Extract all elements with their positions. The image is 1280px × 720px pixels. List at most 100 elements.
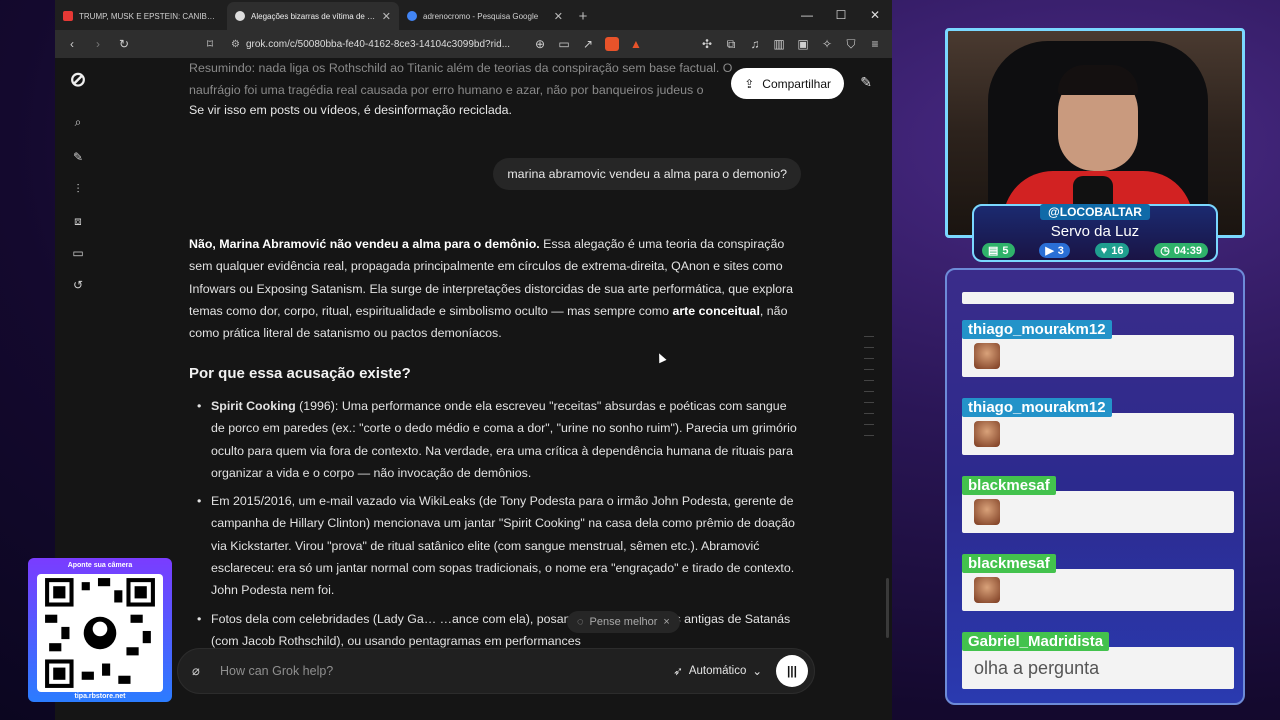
browser-toolbar: ‹ › ↻ ⌑ ⚙ grok.com/c/50080bba-fe40-4162-…: [55, 30, 892, 58]
qr-code: [37, 574, 163, 692]
tab-adrenocromo-search[interactable]: adrenocromo - Pesquisa Google ✕: [399, 2, 571, 30]
timer-badge: ◷ 04:39: [1154, 243, 1208, 258]
answer-bullets: Spirit Cooking (1996): Uma performance o…: [197, 395, 801, 658]
viewers-count: 3: [1057, 244, 1064, 257]
chat-message: thiago_mourakm12: [962, 320, 1234, 377]
close-tab-icon[interactable]: ✕: [554, 10, 563, 23]
extensions-icon[interactable]: ✣: [696, 33, 718, 55]
mode-label: Automático: [688, 665, 747, 677]
chat-username: blackmesaf: [962, 554, 1056, 573]
attach-icon[interactable]: ⌀: [192, 663, 212, 679]
chat-count: 5: [1002, 244, 1009, 257]
emote-icon: [974, 577, 1000, 603]
menu-icon[interactable]: ≡: [864, 33, 886, 55]
window-controls: — ☐ ✕: [790, 0, 892, 30]
emote-icon: [974, 499, 1000, 525]
close-tab-icon[interactable]: ✕: [382, 10, 391, 23]
chat-message-body: [962, 335, 1234, 377]
history-icon[interactable]: ↺: [69, 276, 87, 294]
chat-username: blackmesaf: [962, 476, 1056, 495]
voice-icon[interactable]: ⫶: [69, 180, 87, 198]
address-bar[interactable]: ⚙ grok.com/c/50080bba-fe40-4162-8ce3-141…: [225, 33, 525, 55]
qr-code-graphic: [45, 578, 155, 688]
chat-icon: ▤: [988, 245, 999, 257]
site-info-icon[interactable]: ⚙: [231, 39, 240, 50]
cast-icon[interactable]: ▭: [553, 33, 575, 55]
section-heading: Por que essa acusação existe?: [189, 365, 411, 382]
think-harder-chip[interactable]: ◌ Pense melhor ×: [567, 611, 680, 633]
waveform-icon: |||: [786, 664, 798, 678]
vpn-icon[interactable]: ⛉: [840, 33, 862, 55]
qr-url: tipa.rbstore.net: [74, 693, 126, 700]
projects-icon[interactable]: ▭: [69, 244, 87, 262]
edit-icon[interactable]: ✎: [860, 74, 872, 91]
chat-message-body: [962, 292, 1234, 304]
bullet-bold: Spirit Cooking: [211, 399, 296, 413]
tab-grok-epstein[interactable]: Alegações bizarras de vítima de Epstein …: [227, 2, 399, 30]
chevron-down-icon: ⌄: [752, 666, 762, 678]
upload-icon: ⇪: [744, 76, 755, 91]
conversation-minimap[interactable]: [864, 336, 874, 446]
brave-shields-icon[interactable]: [601, 33, 623, 55]
previous-answer-faded: Resumindo: nada liga os Rothschild ao Ti…: [189, 58, 732, 102]
tab-trump-musk-epstein[interactable]: TRUMP, MUSK E EPSTEIN: CANIBALISMO: [55, 2, 227, 30]
search-icon[interactable]: ⌕: [69, 113, 87, 131]
chat-message-body: [962, 413, 1234, 455]
likes-badge: ♥ 16: [1094, 243, 1130, 258]
reload-icon[interactable]: ↻: [113, 33, 135, 55]
maximize-icon[interactable]: ☐: [824, 0, 858, 30]
user-message: marina abramovic vendeu a alma para o de…: [493, 158, 801, 191]
share-button[interactable]: ⇪ Compartilhar: [731, 68, 844, 99]
dismiss-icon[interactable]: ×: [663, 611, 669, 633]
stream-chat: thiago_mourakm12 thiago_mourakm12 blackm…: [945, 268, 1245, 705]
list-item: Fotos dela com celebridades (Lady Ga… …a…: [197, 608, 801, 653]
chat-message: blackmesaf: [962, 476, 1234, 533]
tab-title: Alegações bizarras de vítima de Epstein: [251, 11, 376, 21]
grok-favicon-icon: [235, 11, 245, 21]
qr-donation-panel: Aponte sua câmera tipa.rbstore.net: [28, 558, 172, 702]
timer: 04:39: [1173, 244, 1202, 257]
sidebar-icon[interactable]: ▥: [768, 33, 790, 55]
youtube-icon: [63, 11, 73, 21]
voice-mode-button[interactable]: |||: [776, 655, 808, 687]
list-item: Em 2015/2016, um e-mail vazado via WikiL…: [197, 490, 801, 601]
answer-lead: Não, Marina Abramović não vendeu a alma …: [189, 237, 540, 251]
conversation: Resumindo: nada liga os Rothschild ao Ti…: [189, 58, 801, 720]
brave-rewards-icon[interactable]: ▲: [625, 33, 647, 55]
video-icon: ▶: [1045, 245, 1054, 257]
imagine-icon[interactable]: ⧈: [69, 212, 87, 230]
heart-icon: ♥: [1100, 244, 1108, 257]
google-icon: [407, 11, 417, 21]
mode-selector[interactable]: ➶ Automático ⌄: [673, 664, 762, 678]
grok-logo-icon[interactable]: ⊘: [69, 69, 87, 91]
scrollbar[interactable]: [886, 578, 889, 638]
screenshot-icon[interactable]: ⧉: [720, 33, 742, 55]
chat-username: thiago_mourakm12: [962, 398, 1112, 417]
emote-icon: [974, 421, 1000, 447]
streamer-handle: @LOCOBALTAR: [1040, 204, 1150, 220]
prompt-input[interactable]: [220, 664, 674, 678]
chat-message-body: [962, 491, 1234, 533]
tab-strip: TRUMP, MUSK E EPSTEIN: CANIBALISMO Alega…: [55, 0, 892, 30]
list-item: Spirit Cooking (1996): Uma performance o…: [197, 395, 801, 484]
lightbulb-icon: ◌: [577, 615, 584, 628]
new-chat-icon[interactable]: ✎: [69, 148, 87, 166]
address-bar-actions: ⊕ ▭ ↗ ▲: [529, 33, 647, 55]
tab-title: TRUMP, MUSK E EPSTEIN: CANIBALISMO: [79, 11, 219, 21]
leo-ai-icon[interactable]: ✧: [816, 33, 838, 55]
share-icon[interactable]: ↗: [577, 33, 599, 55]
extensions-bar: ✣ ⧉ ♫ ▥ ▣ ✧ ⛉ ≡: [696, 33, 886, 55]
zoom-icon[interactable]: ⊕: [529, 33, 551, 55]
rocket-icon: ➶: [673, 666, 683, 678]
likes-count: 16: [1111, 244, 1124, 257]
browser-window: TRUMP, MUSK E EPSTEIN: CANIBALISMO Alega…: [55, 0, 892, 720]
bookmark-icon[interactable]: ⌑: [199, 33, 221, 55]
back-icon[interactable]: ‹: [61, 33, 83, 55]
media-icon[interactable]: ♫: [744, 33, 766, 55]
forward-icon[interactable]: ›: [87, 33, 109, 55]
close-window-icon[interactable]: ✕: [858, 0, 892, 30]
new-tab-button[interactable]: +: [571, 2, 595, 30]
wallet-icon[interactable]: ▣: [792, 33, 814, 55]
chat-username: thiago_mourakm12: [962, 320, 1112, 339]
minimize-icon[interactable]: —: [790, 0, 824, 30]
